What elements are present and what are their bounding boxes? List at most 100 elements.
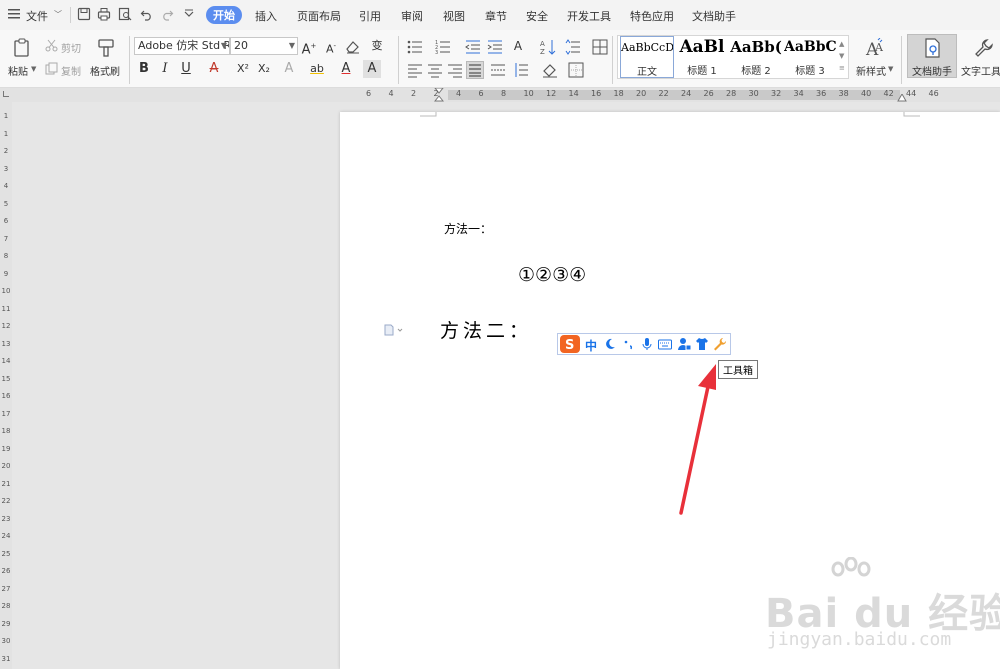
paragraph-spacing-icon[interactable]	[513, 62, 529, 78]
phonetic-guide-icon[interactable]: 变	[368, 37, 386, 55]
ruler-tick-label: 24	[681, 89, 692, 98]
tab-references[interactable]: 引用	[359, 8, 381, 24]
sogou-logo-icon[interactable]: S	[560, 335, 580, 353]
user-account-icon[interactable]	[677, 337, 691, 351]
shrink-font-icon[interactable]: A-	[322, 37, 340, 56]
align-left-icon[interactable]	[407, 62, 423, 78]
chinese-mode-toggle[interactable]: 中	[585, 337, 597, 354]
divider	[901, 36, 902, 84]
method-two-text[interactable]: 方法二：	[440, 316, 532, 343]
font-color-icon[interactable]: A	[337, 60, 355, 78]
method-one-text[interactable]: 方法一：	[444, 220, 492, 237]
new-style-button[interactable]: 新样式	[856, 63, 886, 78]
bullet-list-icon[interactable]	[407, 39, 423, 55]
text-effect-icon[interactable]: A	[280, 60, 298, 78]
distributed-align-icon[interactable]	[490, 62, 506, 78]
new-style-icon[interactable]: AA	[864, 38, 886, 58]
print-preview-icon[interactable]	[118, 7, 132, 21]
borders-icon[interactable]	[568, 62, 584, 78]
menu-bar: 文件 ﹀ 开始 插入 页面布局 引用 审阅 视图 章节 安全 开发工具 特色应用…	[0, 0, 1000, 30]
ruler-tick-label: 29	[1, 619, 11, 628]
subscript-icon[interactable]: X₂	[255, 60, 273, 78]
tab-home[interactable]: 开始	[206, 6, 242, 24]
bold-icon[interactable]: B	[135, 60, 153, 78]
justify-icon[interactable]	[466, 61, 484, 79]
keyboard-icon[interactable]	[658, 337, 672, 351]
chevron-down-icon[interactable]: ▼	[31, 65, 36, 73]
font-size-select[interactable]: 20 ▼	[230, 37, 298, 55]
punctuation-icon[interactable]	[622, 337, 636, 351]
tab-doc-assistant[interactable]: 文档助手	[692, 8, 736, 24]
underline-icon[interactable]: U	[177, 60, 195, 78]
align-right-icon[interactable]	[447, 62, 463, 78]
style-heading-1[interactable]: AaBl 标题 1	[676, 36, 728, 78]
circled-numbers-text[interactable]: ①②③④	[518, 264, 586, 286]
file-menu[interactable]: 文件	[26, 8, 48, 24]
italic-icon[interactable]: I	[156, 60, 174, 78]
ime-toolbar[interactable]: S 中	[557, 333, 731, 355]
paste-icon[interactable]	[12, 38, 32, 58]
paste-button[interactable]: 粘贴	[8, 63, 28, 78]
customize-toolbar-icon[interactable]	[182, 7, 196, 21]
skin-shirt-icon[interactable]	[695, 337, 709, 351]
tab-developer[interactable]: 开发工具	[567, 8, 611, 24]
char-shading-icon[interactable]: A	[363, 60, 381, 78]
paragraph-marker-icon[interactable]	[384, 324, 404, 336]
tab-page-layout[interactable]: 页面布局	[297, 8, 341, 24]
chevron-down-icon: ▼	[220, 41, 227, 50]
format-painter-icon[interactable]	[96, 38, 116, 58]
moon-icon[interactable]	[603, 337, 617, 351]
text-tools-button[interactable]: 文字工具	[961, 63, 1000, 78]
tab-insert[interactable]: 插入	[255, 8, 277, 24]
style-normal[interactable]: AaBbCcDd 正文	[620, 36, 674, 78]
shading-icon[interactable]	[542, 62, 558, 78]
clear-format-icon[interactable]	[345, 39, 360, 54]
tab-stop-selector[interactable]	[3, 91, 9, 97]
font-name-select[interactable]: Adobe 仿宋 Std R ▼	[134, 37, 230, 55]
ruler-tick-label: 19	[1, 444, 11, 453]
highlight-icon[interactable]: ab	[308, 60, 326, 78]
align-center-icon[interactable]	[427, 62, 443, 78]
microphone-icon[interactable]	[640, 337, 654, 351]
increase-indent-icon[interactable]	[487, 39, 503, 55]
wrench-icon[interactable]	[974, 38, 994, 58]
ruler-tick-label: 28	[726, 89, 737, 98]
grow-font-icon[interactable]: A+	[300, 37, 318, 57]
line-spacing-icon[interactable]	[565, 39, 581, 55]
format-painter-button[interactable]: 格式刷	[90, 63, 120, 78]
sort-icon[interactable]: AZ	[540, 39, 556, 55]
decrease-indent-icon[interactable]	[465, 39, 481, 55]
toolbox-wrench-icon[interactable]	[713, 337, 727, 351]
svg-text:A: A	[874, 41, 884, 54]
divider	[398, 36, 399, 84]
tab-chapter[interactable]: 章节	[485, 8, 507, 24]
strikethrough-icon[interactable]: A	[205, 60, 223, 78]
cut-button[interactable]: 剪切	[61, 40, 81, 55]
table-grid-icon[interactable]	[592, 39, 608, 55]
tab-special-apps[interactable]: 特色应用	[630, 8, 674, 24]
style-heading-2[interactable]: AaBb( 标题 2	[730, 36, 782, 78]
tab-view[interactable]: 视图	[443, 8, 465, 24]
print-icon[interactable]	[97, 7, 111, 21]
gallery-scroll-icon[interactable]: ▲ ▼ ≡	[839, 38, 845, 74]
undo-icon[interactable]	[140, 7, 154, 21]
doc-assistant-button[interactable]: 文档助手	[907, 34, 957, 78]
ruler-tick-label: 30	[1, 637, 11, 645]
tab-review[interactable]: 审阅	[401, 8, 423, 24]
save-icon[interactable]	[77, 7, 91, 21]
tab-security[interactable]: 安全	[526, 8, 548, 24]
copy-button[interactable]: 复制	[61, 63, 81, 78]
numbered-list-icon[interactable]: 123	[435, 39, 451, 55]
chevron-down-icon[interactable]: ▼	[888, 65, 893, 73]
redo-icon[interactable]	[160, 7, 174, 21]
ruler-tick-label: 2	[411, 89, 417, 98]
style-heading-3[interactable]: AaBbC 标题 3	[784, 36, 836, 78]
hamburger-icon[interactable]	[8, 8, 20, 20]
ruler-tick-label: 4	[3, 182, 9, 190]
ruler-tick-label: 6	[478, 89, 484, 98]
horizontal-ruler[interactable]	[0, 88, 1000, 102]
superscript-icon[interactable]: X²	[234, 60, 252, 78]
chevron-down-icon: ▼	[288, 41, 295, 50]
chevron-down-icon[interactable]: ﹀	[54, 9, 62, 20]
text-direction-icon[interactable]: A	[509, 37, 527, 55]
